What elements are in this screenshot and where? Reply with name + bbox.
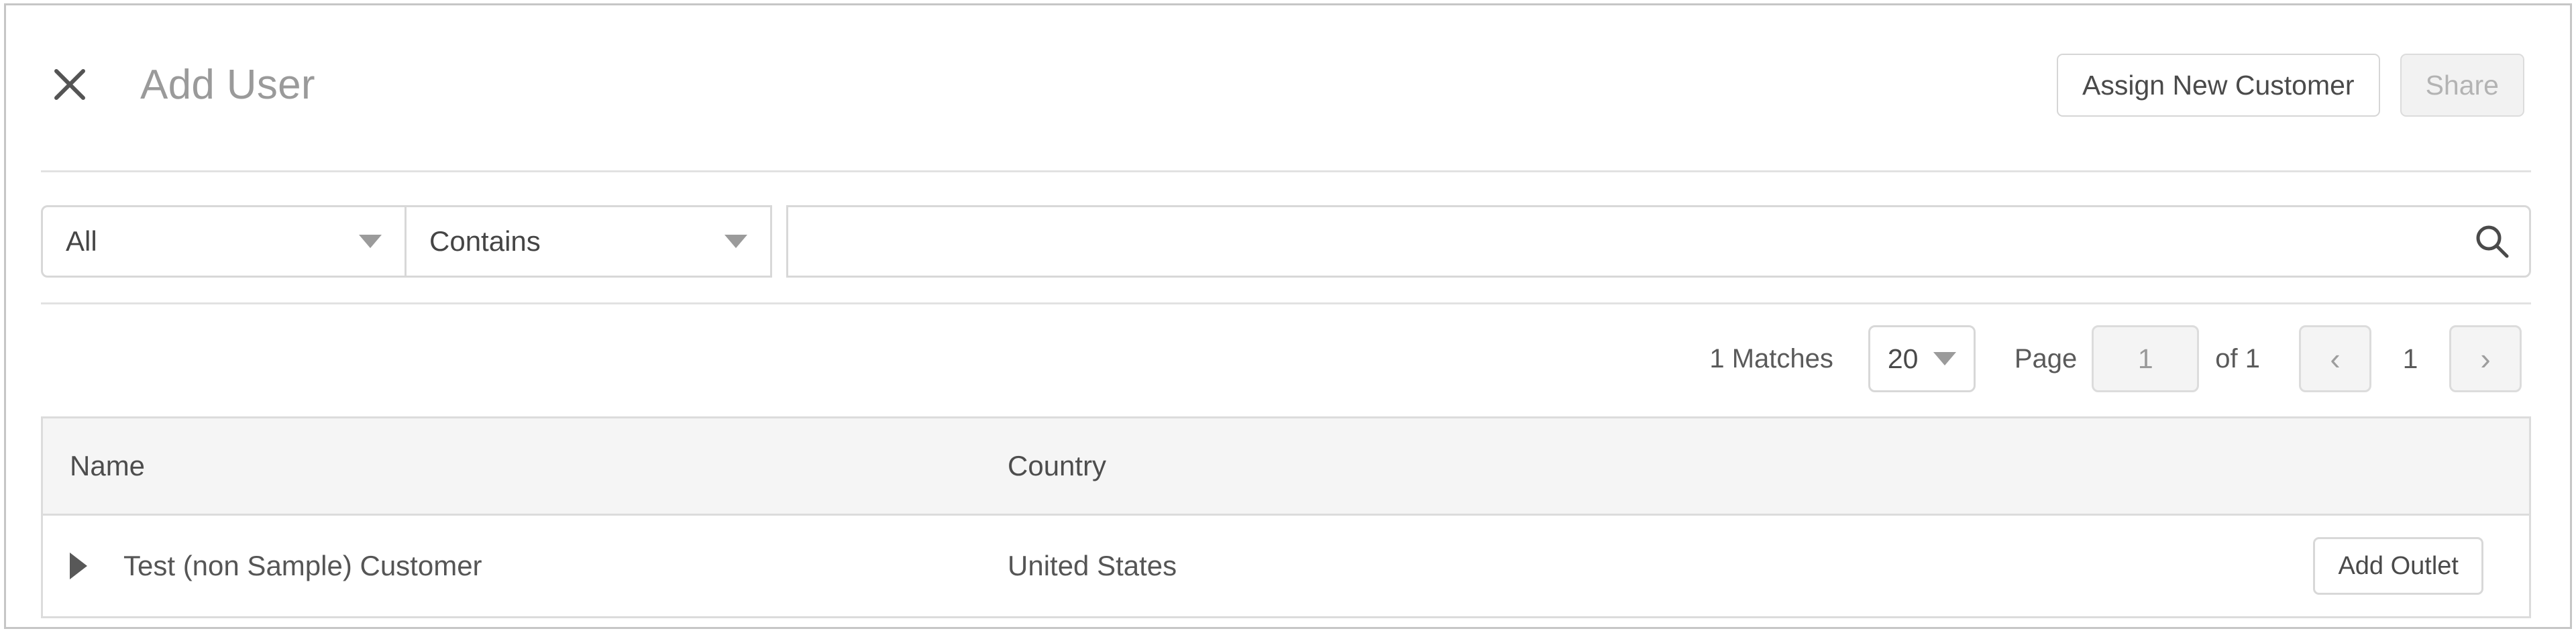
- filter-divider: [41, 302, 2531, 304]
- results-table: Name Country Test (non Sample) Customer …: [41, 416, 2531, 618]
- filter-operator-select[interactable]: Contains: [407, 205, 772, 278]
- search-box: [786, 205, 2531, 278]
- row-country-label: United States: [1008, 550, 1177, 581]
- next-page-button[interactable]: ›: [2449, 325, 2522, 392]
- chevron-right-icon: ›: [2480, 341, 2491, 376]
- chevron-down-icon: [359, 235, 382, 248]
- cell-country: United States: [982, 550, 2190, 582]
- filter-bar: All Contains: [41, 205, 772, 278]
- row-name-label: Test (non Sample) Customer: [123, 550, 482, 581]
- row-expand-toggle[interactable]: [70, 553, 107, 579]
- table-header-row: Name Country: [43, 418, 2529, 516]
- page-size-value: 20: [1887, 343, 1919, 374]
- dialog-panel: Add User Assign New Customer Share All C…: [4, 3, 2572, 629]
- page-label: Page: [2014, 343, 2078, 373]
- page-total-label: of 1: [2215, 343, 2260, 373]
- column-header-country[interactable]: Country: [982, 450, 2190, 482]
- pagination-bar: 1 Matches 20 Page of 1 ‹ 1 ›: [1709, 322, 2522, 396]
- add-outlet-button[interactable]: Add Outlet: [2313, 537, 2483, 595]
- close-icon[interactable]: [50, 64, 90, 105]
- triangle-right-icon: [70, 553, 87, 579]
- cell-name: Test (non Sample) Customer: [43, 550, 982, 582]
- table-row[interactable]: Test (non Sample) Customer United States…: [43, 516, 2529, 616]
- page-size-select[interactable]: 20: [1868, 325, 1976, 392]
- assign-new-customer-button[interactable]: Assign New Customer: [2057, 54, 2380, 117]
- search-input[interactable]: [788, 207, 2455, 276]
- filter-field-value: All: [66, 225, 97, 257]
- current-page-indicator[interactable]: 1: [2390, 343, 2430, 375]
- previous-page-button[interactable]: ‹: [2299, 325, 2371, 392]
- chevron-down-icon: [1933, 352, 1956, 365]
- chevron-left-icon: ‹: [2330, 341, 2341, 376]
- cell-action: Add Outlet: [2190, 537, 2529, 595]
- chevron-down-icon: [724, 235, 747, 248]
- search-icon[interactable]: [2455, 207, 2529, 276]
- page-number-input[interactable]: [2092, 325, 2200, 392]
- column-header-name-label: Name: [70, 450, 146, 481]
- share-button[interactable]: Share: [2400, 54, 2524, 117]
- dialog-header: Add User Assign New Customer Share: [6, 5, 2570, 168]
- match-count: 1 Matches: [1709, 343, 1833, 373]
- column-header-country-label: Country: [1008, 450, 1107, 481]
- header-actions: Assign New Customer Share: [2057, 54, 2524, 117]
- page-title: Add User: [140, 62, 315, 108]
- filter-field-select[interactable]: All: [41, 205, 407, 278]
- column-header-name[interactable]: Name: [43, 450, 982, 482]
- filter-operator-value: Contains: [429, 225, 541, 257]
- header-divider: [41, 170, 2531, 172]
